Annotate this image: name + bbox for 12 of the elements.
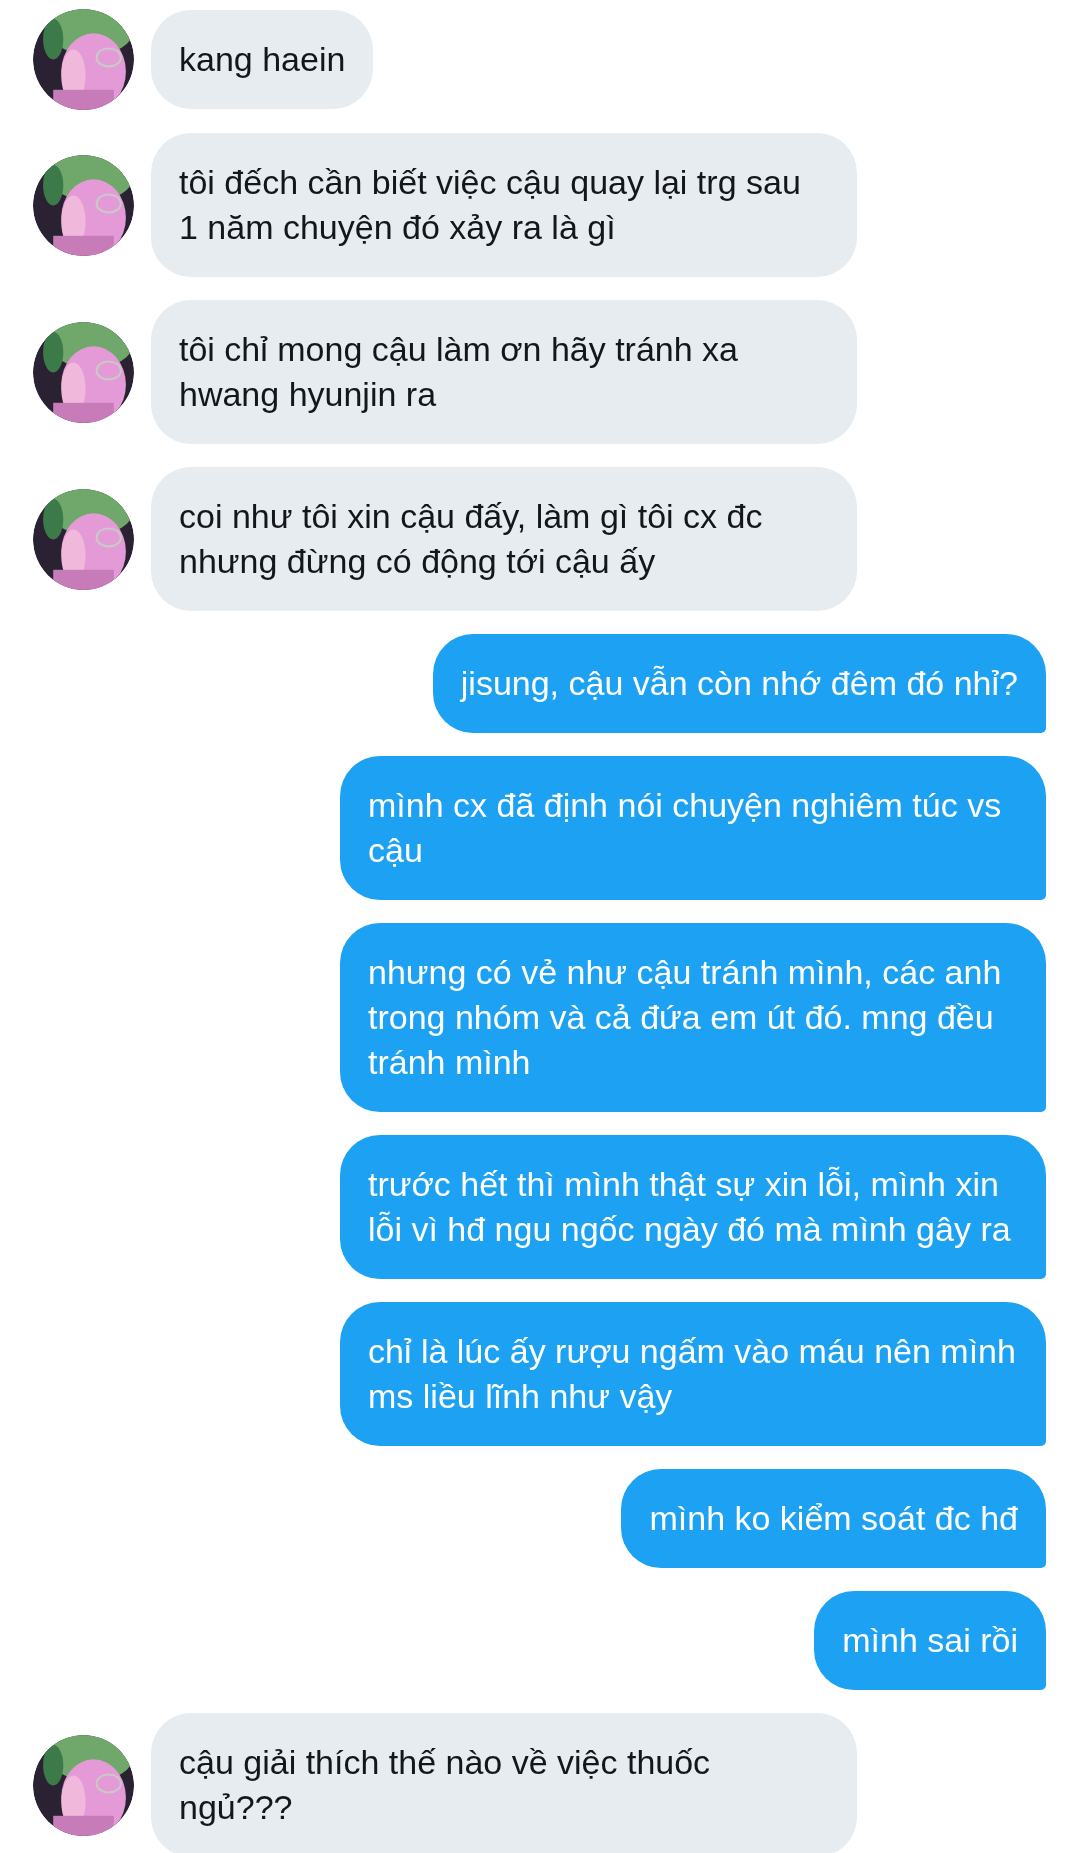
message-bubble: coi như tôi xin cậu đấy, làm gì tôi cx đc nhưng đừng có động tới cậu ấy bbox=[151, 467, 857, 611]
message-bubble: cậu giải thích thế nào về việc thuốc ngủ??? bbox=[151, 1713, 857, 1853]
message-bubble: tôi đếch cần biết việc cậu quay lại trg sau 1 năm chuyện đó xảy ra là gì bbox=[151, 133, 857, 277]
message-bubble: jisung, cậu vẫn còn nhớ đêm đó nhỉ? bbox=[432, 634, 1046, 733]
message-bubble: mình sai rồi bbox=[814, 1591, 1046, 1690]
message-bubble: trước hết thì mình thật sự xin lỗi, mình xin lỗi vì hđ ngu ngốc ngày đó mà mình gây ra bbox=[340, 1135, 1046, 1279]
message-bubble: mình ko kiểm soát đc hđ bbox=[621, 1469, 1046, 1568]
message-bubble: chỉ là lúc ấy rượu ngấm vào máu nên mình ms liều lĩnh như vậy bbox=[340, 1302, 1046, 1446]
message-bubble: kang haein bbox=[151, 10, 374, 109]
message-bubble: nhưng có vẻ như cậu tránh mình, các anh trong nhóm và cả đứa em út đó. mng đều tránh mình bbox=[340, 923, 1046, 1112]
message-bubble: mình cx đã định nói chuyện nghiêm túc vs cậu bbox=[340, 756, 1046, 900]
message-bubble: tôi chỉ mong cậu làm ơn hãy tránh xa hwang hyunjin ra bbox=[151, 300, 857, 444]
